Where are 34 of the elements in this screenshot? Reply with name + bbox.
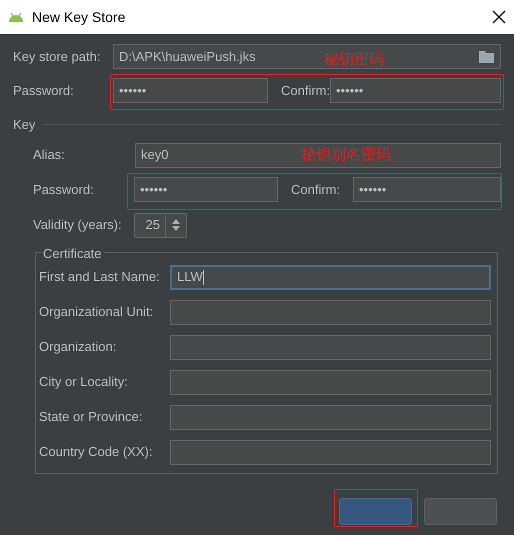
stepper-arrows-icon[interactable] — [171, 218, 181, 232]
window-title: New Key Store — [32, 8, 126, 27]
input-field[interactable]: LLW — [170, 264, 491, 290]
field-label: Password: — [33, 180, 95, 199]
field-label: Password: — [13, 82, 75, 100]
field-label: First and Last Name: — [39, 268, 161, 286]
folder-icon[interactable] — [479, 50, 495, 63]
field-label: Validity (years): — [33, 216, 123, 234]
input-field[interactable] — [170, 370, 491, 394]
section-title: Key — [13, 116, 36, 134]
field-label: Country Code (XX): — [39, 443, 154, 462]
number-spinner[interactable]: 25 — [134, 212, 187, 238]
input-field[interactable] — [170, 404, 491, 430]
field-label: City or Locality: — [39, 373, 129, 392]
close-icon[interactable] — [492, 10, 506, 24]
field-label: Alias: — [33, 146, 66, 164]
input-field[interactable]: •••••• — [330, 78, 501, 103]
android-icon — [8, 12, 24, 22]
field-label: Organization: — [39, 338, 118, 356]
annotation-text: 秘钥密码 — [324, 49, 384, 70]
input-field[interactable]: •••••• — [134, 177, 278, 202]
primary-button[interactable] — [339, 498, 412, 524]
input-field[interactable] — [170, 334, 491, 360]
field-label: Organizational Unit: — [39, 303, 154, 322]
annotation-text: 秘钥别名密码 — [301, 144, 391, 165]
secondary-button[interactable] — [424, 498, 497, 524]
input-field[interactable]: •••••• — [353, 177, 501, 202]
input-field[interactable] — [170, 300, 491, 324]
field-label: State or Province: — [39, 408, 144, 426]
field-label: Confirm: — [290, 180, 342, 199]
input-field[interactable] — [170, 440, 491, 464]
field-label: Key store path: — [13, 48, 102, 66]
input-field[interactable]: •••••• — [113, 78, 268, 103]
field-label: Confirm: — [280, 82, 330, 100]
